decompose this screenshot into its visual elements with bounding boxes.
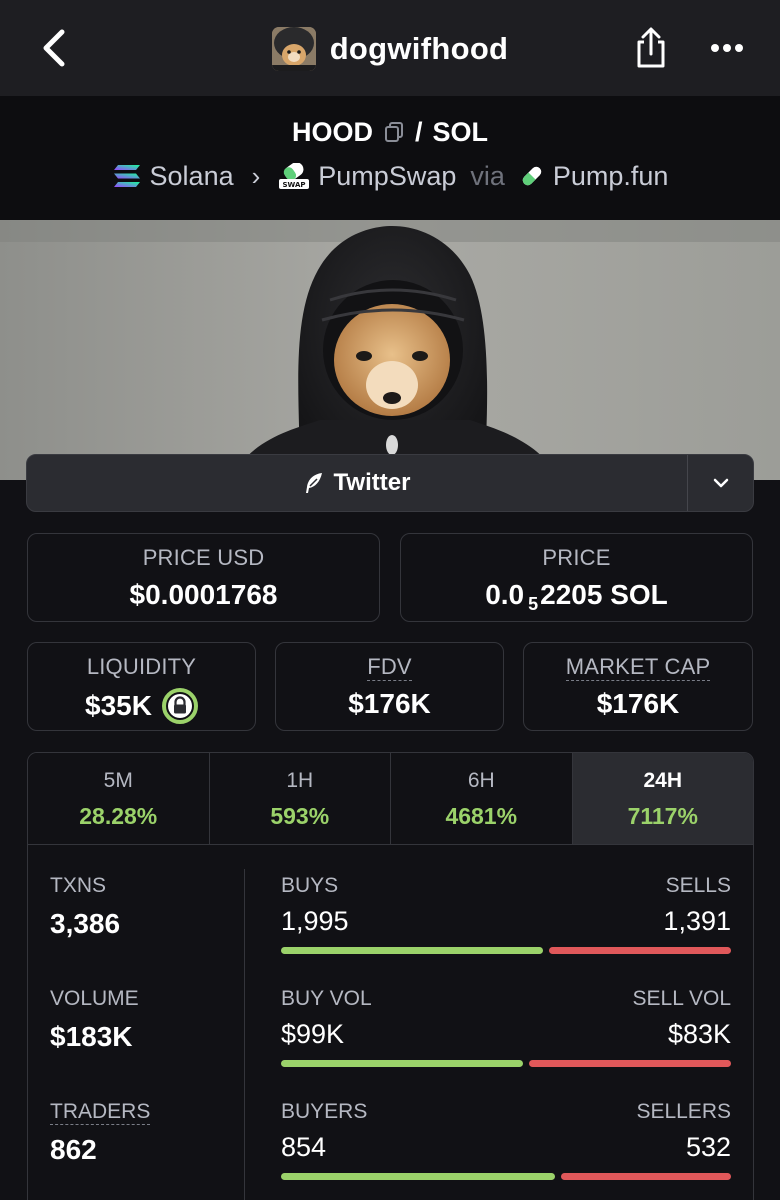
traders-ratio-bar: [281, 1173, 731, 1180]
price-native-zeros: 5: [528, 593, 539, 614]
buy-vol-value: $99K: [281, 1019, 345, 1049]
tab-1h[interactable]: 1H 593%: [209, 753, 391, 844]
fdv-label: FDV: [367, 654, 412, 681]
quote-symbol: SOL: [432, 116, 489, 147]
price-native-card: PRICE 0.0 5 2205 SOL: [400, 533, 753, 622]
pill-icon: [519, 163, 545, 189]
buy-vol-label: BUY VOL: [281, 987, 372, 1010]
liquidity-value: $35K: [85, 690, 152, 721]
tab-change: 28.28%: [79, 803, 158, 829]
traders-value: 862: [50, 1134, 97, 1165]
more-options-button[interactable]: [704, 30, 750, 66]
lock-icon[interactable]: [161, 688, 198, 724]
buys-label: BUYS: [281, 874, 339, 897]
buys-sells-stat: BUYS SELLS 1,995 1,391: [281, 874, 731, 954]
volume-value: $183K: [50, 1021, 133, 1052]
token-name: dogwifhood: [329, 31, 509, 66]
price-usd-label: PRICE USD: [142, 545, 265, 570]
top-nav-bar: dogwifhood: [0, 0, 780, 96]
txns-value: 3,386: [50, 908, 121, 939]
sells-label: SELLS: [665, 874, 731, 897]
volume-label: VOLUME: [50, 987, 139, 1010]
sell-vol-bar-fill: [528, 1060, 731, 1067]
token-banner-image: [0, 220, 780, 480]
sellers-bar-fill: [560, 1173, 731, 1180]
buy-sell-volume-stat: BUY VOL SELL VOL $99K $83K: [281, 987, 731, 1067]
sellers-label: SELLERS: [636, 1100, 731, 1123]
tab-6h[interactable]: 6H 4681%: [391, 753, 573, 844]
buys-bar-fill: [281, 947, 543, 954]
buys-value: 1,995: [281, 906, 349, 936]
buy-vol-bar-fill: [281, 1060, 523, 1067]
liquidity-label: LIQUIDITY: [86, 654, 197, 679]
price-native-prefix: 0.0: [485, 579, 525, 610]
chain-breadcrumb: Solana › SWAP PumpSwap via Pump.fun: [0, 158, 780, 194]
sells-value: 1,391: [663, 906, 731, 936]
fdv-value: $176K: [348, 688, 431, 719]
traders-stat: TRADERS 862: [50, 1100, 151, 1166]
base-symbol: HOOD: [291, 116, 373, 147]
sell-vol-label: SELL VOL: [632, 987, 731, 1010]
svg-text:SWAP: SWAP: [283, 181, 306, 189]
social-links: Twitter: [26, 454, 754, 512]
fdv-card[interactable]: FDV $176K: [275, 642, 504, 731]
price-native-value: 0.0 5 2205 SOL: [401, 579, 752, 614]
tab-change: 4681%: [445, 803, 518, 829]
price-native-label: PRICE: [542, 545, 611, 570]
token-avatar: [271, 27, 316, 71]
share-button[interactable]: [628, 22, 674, 74]
buyers-bar-fill: [281, 1173, 555, 1180]
copy-icon[interactable]: [383, 121, 405, 143]
market-cap-card[interactable]: MARKET CAP $176K: [523, 642, 753, 731]
tab-label: 1H: [286, 769, 314, 792]
price-native-suffix: 2205 SOL: [540, 579, 668, 610]
via-label: via: [470, 160, 505, 191]
launchpad-link[interactable]: Pump.fun: [553, 161, 669, 192]
chevron-down-icon: [713, 478, 728, 488]
sellers-value: 532: [685, 1132, 731, 1162]
tab-label: 5M: [103, 769, 133, 792]
dex-link[interactable]: PumpSwap: [318, 161, 456, 192]
twitter-button[interactable]: Twitter: [27, 455, 687, 511]
txns-label: TXNS: [50, 874, 107, 897]
share-icon: [637, 27, 665, 68]
tab-24h[interactable]: 24H 7117%: [572, 753, 753, 844]
tab-label: 6H: [467, 769, 495, 792]
twitter-label: Twitter: [333, 469, 411, 496]
buys-sells-ratio-bar: [281, 947, 731, 954]
market-cap-label: MARKET CAP: [565, 654, 711, 681]
txns-stat: TXNS 3,386: [50, 874, 120, 940]
feather-icon: [305, 473, 322, 493]
buyers-label: BUYERS: [281, 1100, 368, 1123]
tab-5m[interactable]: 5M 28.28%: [28, 753, 210, 844]
price-usd-value: $0.0001768: [129, 579, 278, 610]
market-cap-value: $176K: [596, 688, 680, 719]
pair-info: HOOD / SOL Solana › SWAP PumpSwap via Pu…: [0, 96, 780, 220]
more-horizontal-icon: [711, 44, 743, 52]
volume-stat: VOLUME $183K: [50, 987, 139, 1053]
chevron-right-icon: ›: [251, 160, 261, 191]
tab-change: 593%: [270, 803, 330, 829]
pair-symbol: HOOD / SOL: [0, 114, 780, 150]
trading-activity-panel: TXNS 3,386 BUYS SELLS 1,995 1,391 VOLUME $…: [27, 844, 754, 1200]
tab-label: 24H: [643, 769, 683, 792]
pair-slash: /: [414, 116, 423, 147]
buyers-value: 854: [281, 1132, 327, 1162]
solana-icon: [112, 163, 142, 189]
sell-vol-value: $83K: [667, 1019, 731, 1049]
pumpswap-icon: SWAP: [278, 163, 310, 189]
timeframe-tabs: 5M 28.28% 1H 593% 6H 4681% 24H 7117%: [27, 752, 754, 845]
volume-ratio-bar: [281, 1060, 731, 1067]
social-dropdown-button[interactable]: [687, 455, 753, 511]
panel-divider: [244, 869, 245, 1200]
liquidity-card: LIQUIDITY $35K: [27, 642, 256, 731]
traders-label: TRADERS: [50, 1100, 151, 1125]
sells-bar-fill: [548, 947, 731, 954]
price-usd-card: PRICE USD $0.0001768: [27, 533, 380, 622]
buyers-sellers-stat: BUYERS SELLERS 854 532: [281, 1100, 731, 1180]
chain-link[interactable]: Solana: [150, 161, 234, 192]
liquidity-row: $35K: [28, 688, 255, 724]
tab-change: 7117%: [627, 803, 698, 829]
